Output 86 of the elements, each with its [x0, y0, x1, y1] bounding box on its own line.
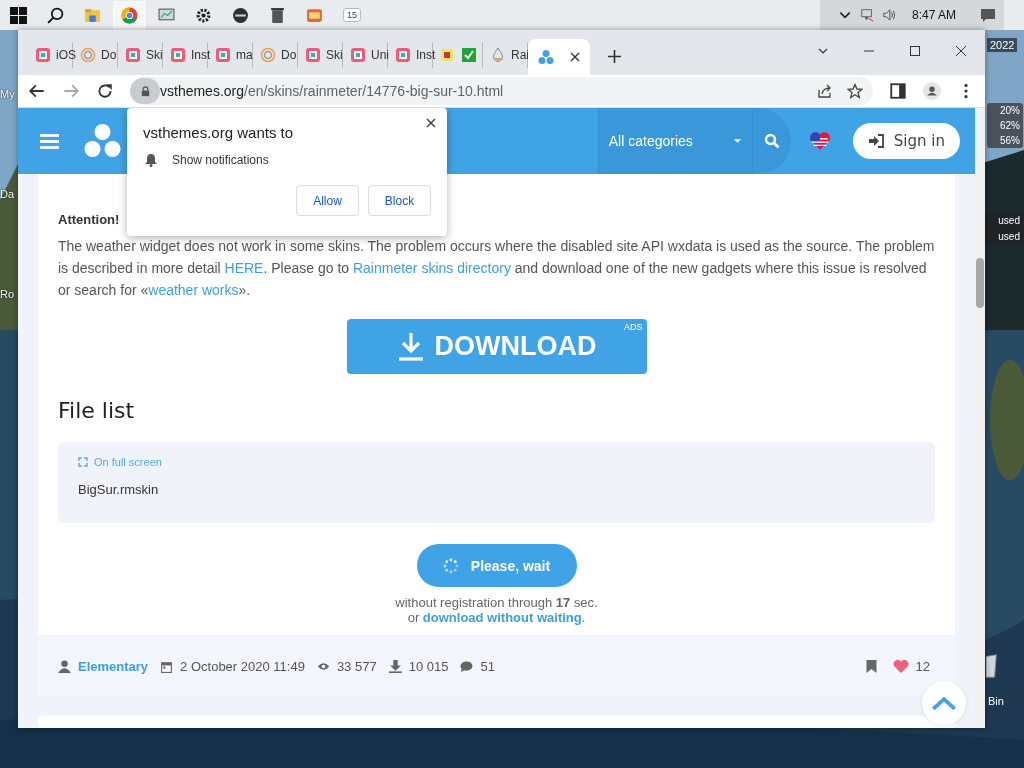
back-icon[interactable]	[28, 82, 46, 100]
side-panel-icon[interactable]	[889, 82, 907, 100]
scroll-top-button[interactable]	[922, 681, 966, 725]
search-icon[interactable]	[47, 6, 64, 24]
favicon-icon	[125, 47, 141, 63]
file-list-heading: File list	[58, 398, 136, 423]
volume-icon[interactable]	[881, 8, 896, 22]
spiral-icon	[260, 47, 276, 63]
close-icon[interactable]	[570, 52, 580, 62]
skip-suffix: .	[581, 610, 586, 625]
wait-note: without registration through 17 sec.	[395, 595, 598, 610]
app-icon[interactable]	[232, 6, 249, 24]
favicon-icon	[170, 47, 186, 63]
checkmark-icon	[461, 47, 477, 63]
windows-icon[interactable]	[10, 6, 27, 24]
popup-button[interactable]: Allow	[296, 185, 359, 216]
ads-label: ADS	[624, 322, 643, 332]
gauge-reading: 20%	[1000, 105, 1020, 116]
star-icon[interactable]	[847, 83, 863, 99]
post-date: 2 October 2020 11:49	[180, 658, 305, 674]
comment-icon	[460, 659, 474, 673]
comment-count: 51	[480, 658, 495, 674]
disk-label: used	[998, 231, 1020, 242]
bookmark-icon[interactable]	[864, 659, 878, 673]
maximize-icon[interactable]	[909, 45, 921, 57]
lock-icon[interactable]	[130, 78, 160, 104]
folder-icon[interactable]	[84, 6, 101, 24]
gauge-reading: 62%	[1000, 120, 1020, 131]
file-name: BigSur.rmskin	[78, 482, 160, 497]
gauge-reading: 56%	[1000, 135, 1020, 146]
caret-icon[interactable]	[732, 138, 742, 144]
share-icon[interactable]	[817, 83, 833, 99]
close-icon[interactable]	[955, 45, 967, 57]
clock[interactable]: 8:47 AM	[911, 8, 956, 22]
bell-icon	[145, 153, 157, 167]
address-bar[interactable]: vsthemes.org/en/skins/rainmeter/14776-big-sur-10.html	[130, 77, 873, 105]
desktop-icon-label: My	[0, 88, 15, 100]
sign-in-button[interactable]: Sign in	[852, 123, 960, 159]
calendar-icon[interactable]: 15	[343, 8, 361, 22]
spiral-icon	[80, 47, 96, 63]
favicon-icon	[440, 47, 456, 63]
disk-label: used	[998, 215, 1020, 226]
url-text[interactable]: vsthemes.org/en/skins/rainmeter/14776-big-sur-10.html	[160, 83, 803, 99]
like-count: 12	[915, 658, 930, 674]
skip-prefix: or	[407, 610, 420, 625]
heart-icon[interactable]	[892, 659, 909, 673]
notice-paragraph: The weather widget does not work in some skins. The problem occurs where the disabled site API wxdata is used as the source. The problem is described in more detail HERE. Please go to Rainmeter skins directory and download one of the new gadgets where this issue is resolved or search for «weather works».	[58, 237, 935, 300]
favicon-icon	[35, 47, 51, 63]
flag-icon[interactable]	[808, 130, 831, 152]
network-icon[interactable]	[859, 8, 874, 22]
download-count: 10 015	[408, 658, 449, 674]
user-icon	[58, 659, 71, 673]
favicon-icon	[538, 49, 554, 65]
desktop-icon-label: Ro	[0, 288, 15, 300]
sign-in-icon[interactable]	[867, 133, 884, 149]
gear-icon[interactable]	[195, 6, 212, 24]
profile-icon[interactable]	[923, 82, 941, 100]
popup-button[interactable]: Block	[368, 185, 431, 216]
view-count: 33 577	[336, 658, 377, 674]
browser-tab[interactable]: Ski	[118, 42, 163, 68]
logo-icon[interactable]	[84, 124, 121, 158]
favicon-icon	[215, 47, 231, 63]
chrome-icon[interactable]	[113, 0, 146, 30]
drop-icon	[490, 47, 506, 63]
favicon-icon	[395, 47, 411, 63]
attention-heading: Attention!	[58, 212, 121, 227]
desktop-icon-label: Da	[0, 188, 15, 200]
notification-icon[interactable]	[980, 7, 996, 23]
scrollbar-thumb[interactable]	[976, 258, 984, 308]
calendar-icon	[160, 659, 174, 673]
download-icon[interactable]	[396, 331, 425, 362]
popup-title: vsthemes.org wants to	[143, 124, 295, 141]
favicon-icon	[350, 47, 366, 63]
reload-icon[interactable]	[96, 82, 114, 100]
year-label: 2022	[987, 38, 1018, 52]
browser-tab[interactable]: Uni	[343, 42, 388, 68]
browser-tab[interactable]: Ski	[298, 42, 343, 68]
permission-request: Show notifications	[172, 153, 269, 167]
close-icon[interactable]	[426, 118, 436, 128]
search-button[interactable]	[751, 108, 791, 174]
favicon-icon	[305, 47, 321, 63]
download-icon	[388, 659, 402, 673]
browser-tab[interactable]: Do	[253, 42, 298, 68]
trash-icon[interactable]	[269, 6, 286, 24]
new-tab-icon[interactable]	[608, 50, 621, 63]
desktop-icon-label: Bin	[988, 695, 1004, 707]
